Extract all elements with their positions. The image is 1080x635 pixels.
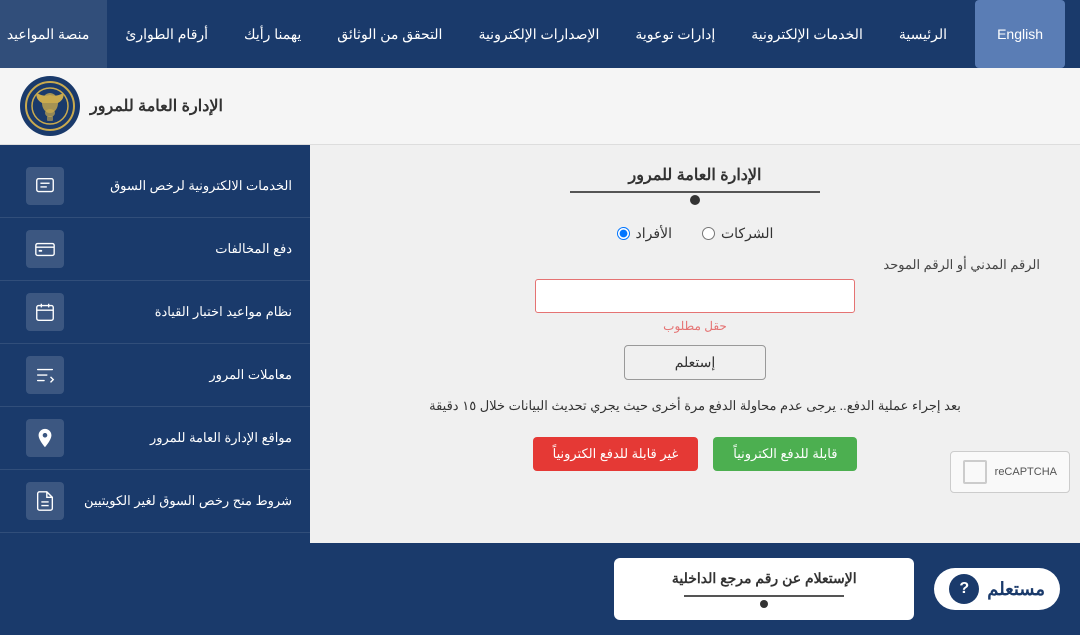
transactions-icon <box>26 356 64 394</box>
location-icon <box>26 419 64 457</box>
nav-item-منصةالمواعيد[interactable]: منصة المواعيد <box>0 0 107 68</box>
radio-individuals-label[interactable]: الأفراد <box>617 225 672 242</box>
radio-companies-input[interactable] <box>702 227 715 240</box>
form-title-dot <box>690 195 700 205</box>
radio-companies-text: الشركات <box>721 225 773 242</box>
radio-companies-label[interactable]: الشركات <box>702 225 773 242</box>
logo-circle <box>20 76 80 136</box>
nav-items-container: English الرئيسيةالخدمات الإلكترونيةإدارا… <box>0 0 1070 68</box>
sidebar-item[interactable]: مواقع الإدارة العامة للمرور <box>0 407 310 470</box>
form-title-container: الإدارة العامة للمرور <box>350 165 1040 205</box>
sidebar-item-text: دفع المخالفات <box>215 241 292 257</box>
nav-item-يهمنارأيك[interactable]: يهمنا رأيك <box>226 0 319 68</box>
radio-individuals-text: الأفراد <box>636 225 672 242</box>
bottom-card-title: الإستعلام عن رقم مرجع الداخلية <box>634 570 894 587</box>
info-text: بعد إجراء عملية الدفع.. يرجى عدم محاولة … <box>350 395 1040 417</box>
sidebar-item[interactable]: شروط منح رخص السوق لغير الكويتيين <box>0 470 310 533</box>
payable-button[interactable]: قابلة للدفع الكترونياً <box>713 437 857 471</box>
radio-individuals-input[interactable] <box>617 227 630 240</box>
form-title-underline <box>570 191 820 193</box>
inquiry-button[interactable]: إستعلم <box>624 345 767 380</box>
sidebar-item-text: شروط منح رخص السوق لغير الكويتيين <box>84 493 292 509</box>
sidebar-item[interactable]: نظام مواعيد اختبار القيادة <box>0 281 310 344</box>
top-navigation: English الرئيسيةالخدمات الإلكترونيةإدارا… <box>0 0 1080 68</box>
recaptcha-widget[interactable]: reCAPTCHA <box>950 451 1070 493</box>
sidebar-item-text: الخدمات الالكترونية لرخص السوق <box>110 178 292 194</box>
payment-buttons: قابلة للدفع الكترونياً غير قابلة للدفع ا… <box>350 437 1040 471</box>
bottom-card: الإستعلام عن رقم مرجع الداخلية <box>614 558 914 620</box>
header-area: الإدارة العامة للمرور <box>0 68 1080 145</box>
sidebar-item[interactable]: الخدمات الالكترونية لرخص السوق <box>0 155 310 218</box>
nav-item-الرئيسية[interactable]: الرئيسية <box>881 0 965 68</box>
sidebar-panel: الخدمات الالكترونية لرخص السوق دفع المخال… <box>0 145 310 543</box>
license-icon <box>26 167 64 205</box>
nav-item-الإصداراتالإلكترونية[interactable]: الإصدارات الإلكترونية <box>460 0 617 68</box>
mustalam-logo[interactable]: مستعلم ? <box>934 568 1060 610</box>
input-wrapper <box>350 279 1040 313</box>
calendar-icon <box>26 293 64 331</box>
radio-group: الشركات الأفراد <box>350 225 1040 242</box>
sidebar-item-text: نظام مواعيد اختبار القيادة <box>155 304 292 320</box>
bottom-section: مستعلم ? الإستعلام عن رقم مرجع الداخلية <box>0 543 1080 635</box>
required-text: حقل مطلوب <box>350 319 1040 333</box>
nav-item-التحققمنالوثائق[interactable]: التحقق من الوثائق <box>319 0 460 68</box>
header-logo-text: الإدارة العامة للمرور <box>90 96 223 116</box>
field-label: الرقم المدني أو الرقم الموحد <box>350 257 1040 273</box>
recaptcha-checkbox[interactable] <box>963 460 987 484</box>
sidebar-item[interactable]: معاملات المرور <box>0 344 310 407</box>
sidebar-item-text: معاملات المرور <box>209 367 292 383</box>
recaptcha-label: reCAPTCHA <box>995 466 1057 478</box>
payment-icon <box>26 230 64 268</box>
mustalam-text: مستعلم <box>987 579 1045 600</box>
nav-item-أرقامالطوارئ[interactable]: أرقام الطوارئ <box>107 0 226 68</box>
nav-item-الخدماتالإلكترونية[interactable]: الخدمات الإلكترونية <box>733 0 881 68</box>
english-button[interactable]: English <box>975 0 1065 68</box>
mustalam-icon: ? <box>949 574 979 604</box>
nav-item-إداراتتوعوية[interactable]: إدارات توعوية <box>617 0 733 68</box>
form-title: الإدارة العامة للمرور <box>350 165 1040 185</box>
not-payable-button[interactable]: غير قابلة للدفع الكترونياً <box>533 437 699 471</box>
pdf-icon <box>26 482 64 520</box>
bottom-card-line <box>684 595 844 597</box>
bottom-card-dot <box>760 600 768 608</box>
sidebar-item[interactable]: دفع المخالفات <box>0 218 310 281</box>
sidebar-item-text: مواقع الإدارة العامة للمرور <box>150 430 292 446</box>
civil-number-input[interactable] <box>535 279 855 313</box>
main-content: الإدارة العامة للمرور الشركات الأفراد ال… <box>0 145 1080 543</box>
